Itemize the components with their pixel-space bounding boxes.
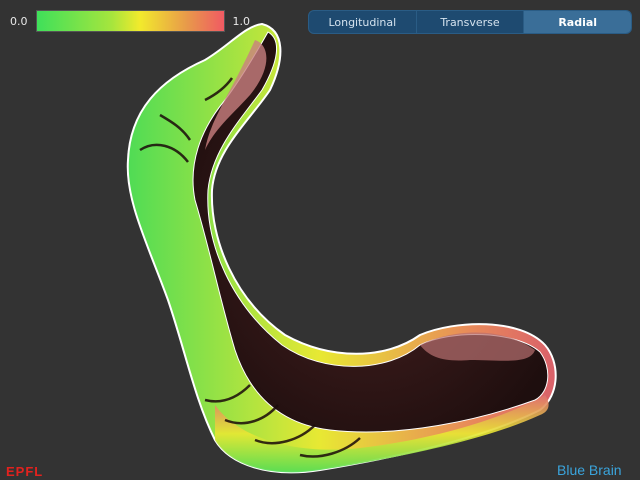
epfl-logo: EPFL [6,464,44,479]
color-scale-legend: 0.0 1.0 [10,10,250,32]
tab-longitudinal[interactable]: Longitudinal [309,11,417,33]
scale-max-label: 1.0 [232,14,251,28]
tab-transverse[interactable]: Transverse [417,11,525,33]
scale-min-label: 0.0 [10,14,28,28]
blue-brain-logo: Blue Brain [557,462,622,478]
axis-mode-selector: Longitudinal Transverse Radial [308,10,632,34]
color-scale-bar [35,10,225,32]
tab-radial[interactable]: Radial [524,11,631,33]
hippocampus-3d-viewer[interactable] [0,0,640,480]
